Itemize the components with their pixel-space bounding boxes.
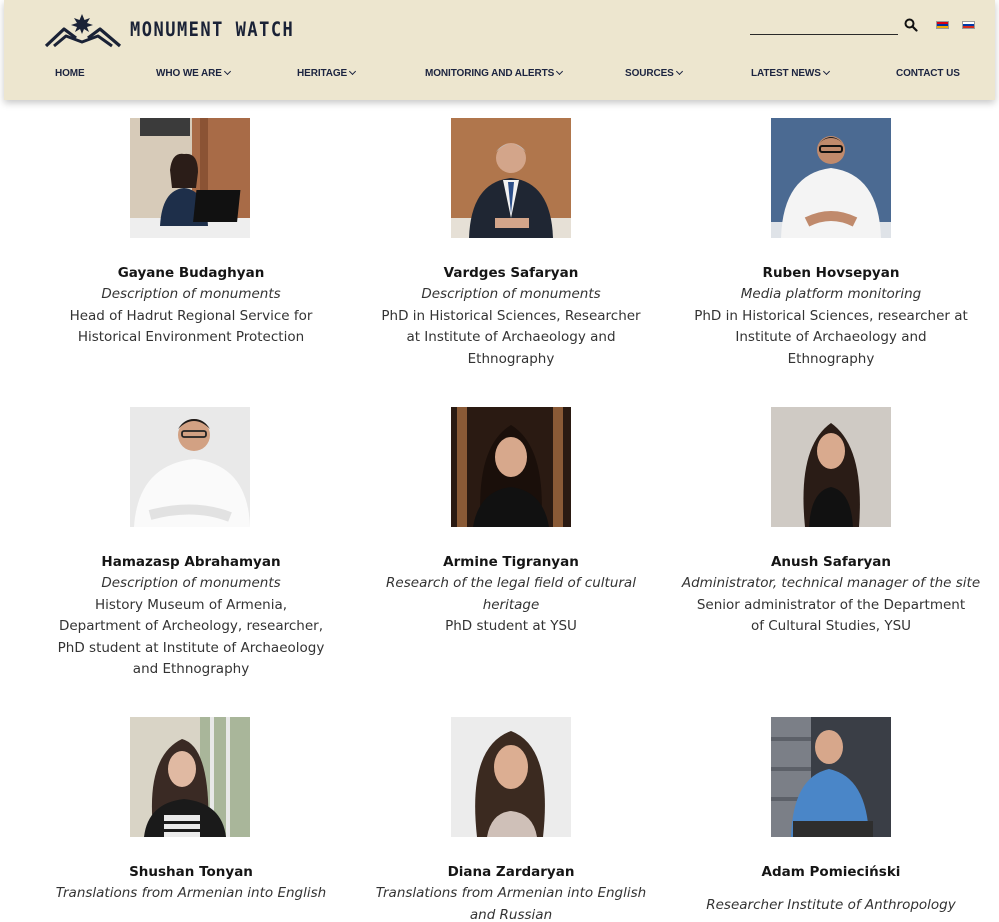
member-photo xyxy=(771,717,891,837)
member-role: Translations from Armenian into English … xyxy=(375,885,647,922)
member-desc-line: Historical Environment Protection xyxy=(77,329,305,345)
nav-sources[interactable]: SOURCES xyxy=(625,67,683,79)
member-photo xyxy=(771,118,891,238)
chevron-down-icon xyxy=(675,67,683,76)
member-photo xyxy=(451,717,571,837)
member-photo xyxy=(451,118,571,238)
member-name: Hamazasp Abrahamyan xyxy=(101,554,281,570)
team-member-card: Hamazasp Abrahamyan Description of monum… xyxy=(31,551,351,681)
team-member-card: Anush Safaryan Administrator, technical … xyxy=(671,551,991,638)
nav-who-we-are[interactable]: WHO WE ARE xyxy=(156,67,231,79)
russian-flag-icon[interactable] xyxy=(962,21,975,29)
site-header: MONUMENT WATCH HOME WHO WE ARE HERITAGE … xyxy=(4,0,995,100)
nav-monitoring-label: MONITORING AND ALERTS xyxy=(425,68,555,79)
member-photo xyxy=(130,717,250,837)
member-name: Anush Safaryan xyxy=(770,554,891,570)
member-name: Ruben Hovsepyan xyxy=(762,265,900,281)
search-icon[interactable] xyxy=(904,18,918,32)
chevron-down-icon xyxy=(556,67,564,76)
nav-heritage[interactable]: HERITAGE xyxy=(297,67,357,79)
member-name: Vardges Safaryan xyxy=(443,265,579,281)
member-role: Translations from Armenian into English xyxy=(55,885,327,901)
member-desc-line: History Museum of Armenia, xyxy=(94,596,288,613)
chevron-down-icon xyxy=(822,67,830,76)
nav-contact-us-label: CONTACT US xyxy=(896,68,960,79)
member-role: Description of monuments xyxy=(101,575,281,591)
member-role: Media platform monitoring xyxy=(740,286,922,302)
nav-monitoring[interactable]: MONITORING AND ALERTS xyxy=(425,67,564,79)
chevron-down-icon xyxy=(223,67,231,76)
nav-latest-news-label: LATEST NEWS xyxy=(751,68,821,79)
member-role: Administrator, technical manager of the … xyxy=(681,575,981,591)
member-photo xyxy=(771,407,891,527)
member-desc-line: Department of Archeology, researcher, xyxy=(58,618,324,634)
member-desc-line: Senior administrator of the Department xyxy=(696,596,966,613)
member-name: Gayane Budaghyan xyxy=(117,265,265,281)
member-name: Diana Zardaryan xyxy=(447,864,575,880)
member-desc-line: of Cultural Studies, YSU xyxy=(750,618,912,634)
member-desc-line: and Ethnography xyxy=(132,661,250,677)
nav-home[interactable]: HOME xyxy=(55,68,85,79)
member-desc-line: PhD student at Institute of Archaeology xyxy=(57,639,325,656)
member-photo xyxy=(130,118,250,238)
site-logo[interactable]: MONUMENT WATCH xyxy=(44,10,294,50)
chevron-down-icon xyxy=(349,67,357,76)
team-member-card: Diana Zardaryan Translations from Armeni… xyxy=(351,861,671,922)
member-desc-line: PhD student at YSU xyxy=(445,618,577,634)
nav-latest-news[interactable]: LATEST NEWS xyxy=(751,67,830,79)
member-desc-line: at Institute of Archaeology and xyxy=(406,329,616,345)
logo-text: MONUMENT WATCH xyxy=(130,18,295,42)
logo-mark-icon xyxy=(44,14,122,48)
team-member-card: Armine Tigranyan Research of the legal f… xyxy=(351,551,671,638)
member-name: Armine Tigranyan xyxy=(443,554,579,570)
member-desc-line: Ethnography xyxy=(467,350,555,367)
member-name: Shushan Tonyan xyxy=(129,864,253,880)
member-photo xyxy=(451,407,571,527)
team-member-card: Shushan Tonyan Translations from Armenia… xyxy=(31,861,351,905)
member-desc-line: PhD in Historical Sciences, Researcher xyxy=(381,307,641,324)
armenian-flag-icon[interactable] xyxy=(936,21,949,29)
member-photo xyxy=(130,407,250,527)
member-name: Adam Pomieciński xyxy=(761,864,901,880)
team-member-card: Vardges Safaryan Description of monument… xyxy=(351,262,671,370)
nav-contact-us[interactable]: CONTACT US xyxy=(896,68,960,79)
nav-who-we-are-label: WHO WE ARE xyxy=(156,68,222,79)
team-member-card: Gayane Budaghyan Description of monument… xyxy=(31,262,351,349)
team-member-card: Adam Pomieciński Researcher Institute of… xyxy=(671,861,991,917)
nav-sources-label: SOURCES xyxy=(625,68,674,79)
member-desc-line: Researcher Institute of Anthropology xyxy=(706,897,956,913)
search-box[interactable] xyxy=(750,16,918,36)
member-role: Description of monuments xyxy=(101,286,281,302)
nav-home-label: HOME xyxy=(55,68,85,79)
member-role: Description of monuments xyxy=(421,286,601,302)
member-role: Research of the legal field of cultural … xyxy=(386,575,636,613)
nav-heritage-label: HERITAGE xyxy=(297,68,348,79)
member-desc-line: Ethnography xyxy=(787,350,875,367)
search-underline xyxy=(750,34,898,35)
member-desc-line: Institute of Archaeology and xyxy=(735,329,927,345)
member-desc-line: Head of Hadrut Regional Service for xyxy=(69,307,313,324)
main-nav: HOME WHO WE ARE HERITAGE MONITORING AND … xyxy=(4,67,995,82)
search-input[interactable] xyxy=(750,16,898,34)
team-member-card: Ruben Hovsepyan Media platform monitorin… xyxy=(671,262,991,370)
member-desc-line: PhD in Historical Sciences, researcher a… xyxy=(694,307,968,324)
